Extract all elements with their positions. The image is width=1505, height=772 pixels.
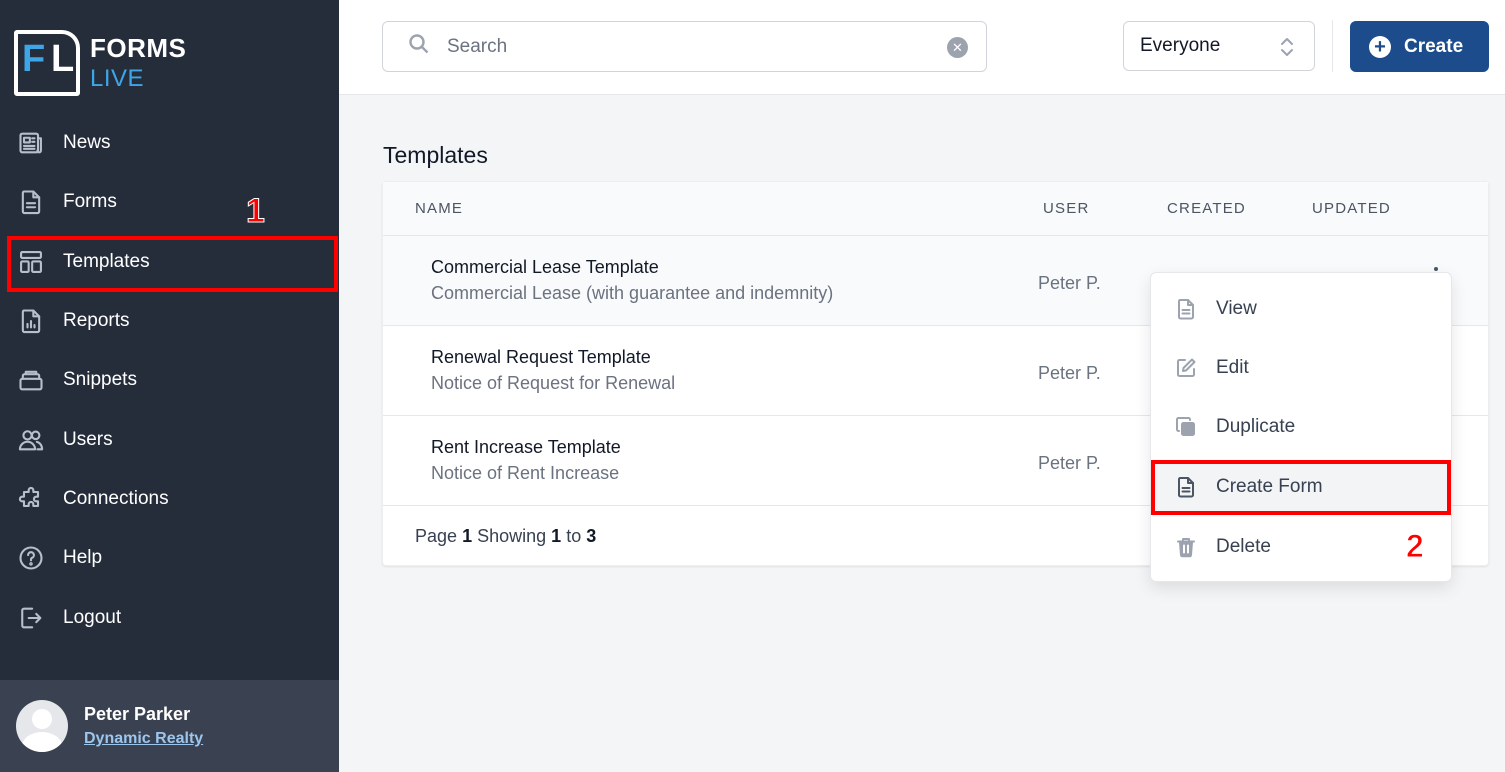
- step-1-badge: 1: [246, 192, 266, 231]
- template-description: Commercial Lease (with guarantee and ind…: [431, 283, 834, 303]
- sidebar-item-forms[interactable]: Forms: [0, 173, 339, 231]
- sidebar-item-connections[interactable]: Connections: [0, 470, 339, 528]
- template-description: Notice of Rent Increase: [431, 463, 620, 483]
- showing-from: 1: [551, 526, 562, 546]
- plus-circle-icon: +: [1369, 35, 1391, 58]
- newspaper-icon: [16, 128, 46, 158]
- sidebar-item-users[interactable]: Users: [0, 411, 339, 469]
- template-description: Notice of Request for Renewal: [431, 373, 676, 393]
- template-name[interactable]: Renewal Request Template: [431, 347, 651, 368]
- sidebar-item-logout[interactable]: Logout: [0, 589, 339, 647]
- page-label: Page: [415, 526, 458, 546]
- column-header-name[interactable]: NAME: [415, 200, 463, 217]
- topbar-divider: [1332, 20, 1333, 72]
- menu-item-edit[interactable]: Edit: [1151, 342, 1451, 394]
- owner-filter-value: Everyone: [1140, 35, 1221, 56]
- user-info: Peter Parker Dynamic Realty: [84, 704, 203, 748]
- column-header-created[interactable]: CREATED: [1167, 200, 1246, 217]
- showing-to: 3: [586, 526, 597, 546]
- sidebar-item-label: Help: [63, 547, 103, 568]
- table-header: NAME USER CREATED UPDATED: [383, 182, 1488, 236]
- document-icon: [16, 187, 46, 217]
- sidebar-item-help[interactable]: Help: [0, 529, 339, 587]
- logout-icon: [16, 603, 46, 633]
- logo-text-forms: FORMS: [90, 33, 187, 63]
- menu-item-label: View: [1216, 298, 1257, 319]
- column-header-user[interactable]: USER: [1043, 200, 1089, 217]
- logo-text-live: LIVE: [90, 65, 145, 92]
- clear-search-icon[interactable]: ✕: [947, 37, 968, 58]
- template-name[interactable]: Rent Increase Template: [431, 437, 621, 458]
- user-name: Peter Parker: [84, 704, 191, 724]
- pagination-summary: Page 1 Showing 1 to 3: [415, 526, 596, 547]
- template-user: Peter P.: [1038, 453, 1101, 473]
- sidebar-item-reports[interactable]: Reports: [0, 292, 339, 350]
- menu-item-label: Edit: [1216, 357, 1249, 378]
- sidebar-item-label: Templates: [63, 251, 150, 272]
- document-icon: [1173, 296, 1199, 322]
- owner-filter-select[interactable]: Everyone: [1123, 21, 1315, 71]
- users-icon: [16, 425, 46, 455]
- sidebar: F L FORMS LIVE News Forms Templates Repo…: [0, 0, 339, 772]
- topbar: ✕ Everyone + Create: [339, 0, 1505, 95]
- stack-icon: [16, 365, 46, 395]
- sidebar-item-label: Logout: [63, 607, 122, 628]
- search-icon: [407, 32, 431, 61]
- document-icon: [1173, 474, 1199, 500]
- template-user: Peter P.: [1038, 363, 1101, 383]
- sidebar-item-snippets[interactable]: Snippets: [0, 351, 339, 409]
- forms-live-logo[interactable]: F L FORMS LIVE: [14, 30, 186, 96]
- showing-label: Showing: [477, 526, 547, 546]
- menu-item-label: Duplicate: [1216, 416, 1296, 437]
- sidebar-item-news[interactable]: News: [0, 114, 339, 172]
- user-panel[interactable]: Peter Parker Dynamic Realty: [0, 680, 339, 772]
- step-2-badge: 2: [1406, 528, 1425, 565]
- sidebar-item-label: Users: [63, 429, 113, 450]
- puzzle-icon: [16, 484, 46, 514]
- sidebar-item-label: Snippets: [63, 369, 137, 390]
- sidebar-item-label: Reports: [63, 310, 130, 331]
- create-button[interactable]: + Create: [1350, 21, 1489, 72]
- duplicate-icon: [1173, 414, 1199, 440]
- menu-item-view[interactable]: View: [1151, 283, 1451, 335]
- search-input[interactable]: [447, 35, 927, 58]
- page-number: 1: [462, 526, 473, 546]
- sidebar-item-templates[interactable]: Templates: [0, 233, 339, 291]
- template-icon: [16, 247, 46, 277]
- to-label: to: [566, 526, 582, 546]
- search-box[interactable]: ✕: [382, 21, 987, 72]
- trash-icon: [1173, 534, 1199, 560]
- chevron-up-down-icon: [1281, 38, 1293, 56]
- edit-icon: [1173, 355, 1199, 381]
- logo-letter-l: L: [51, 38, 75, 80]
- menu-item-label: Create Form: [1216, 476, 1323, 497]
- template-name[interactable]: Commercial Lease Template: [431, 257, 659, 278]
- create-button-label: Create: [1404, 35, 1464, 57]
- sidebar-item-label: News: [63, 132, 111, 153]
- page-title: Templates: [383, 142, 488, 168]
- help-icon: [16, 543, 46, 573]
- report-icon: [16, 306, 46, 336]
- sidebar-item-label: Forms: [63, 191, 117, 212]
- logo-letter-f: F: [22, 38, 45, 80]
- template-user: Peter P.: [1038, 273, 1101, 293]
- logo-text: FORMS LIVE: [90, 33, 186, 93]
- menu-item-label: Delete: [1216, 536, 1271, 557]
- menu-item-duplicate[interactable]: Duplicate: [1151, 401, 1451, 453]
- logo-mark: F L: [14, 30, 80, 96]
- column-header-updated[interactable]: UPDATED: [1312, 200, 1391, 217]
- avatar: [16, 700, 68, 752]
- user-org-link[interactable]: Dynamic Realty: [84, 730, 203, 748]
- sidebar-item-label: Connections: [63, 488, 169, 509]
- menu-item-create-form[interactable]: Create Form: [1151, 461, 1451, 513]
